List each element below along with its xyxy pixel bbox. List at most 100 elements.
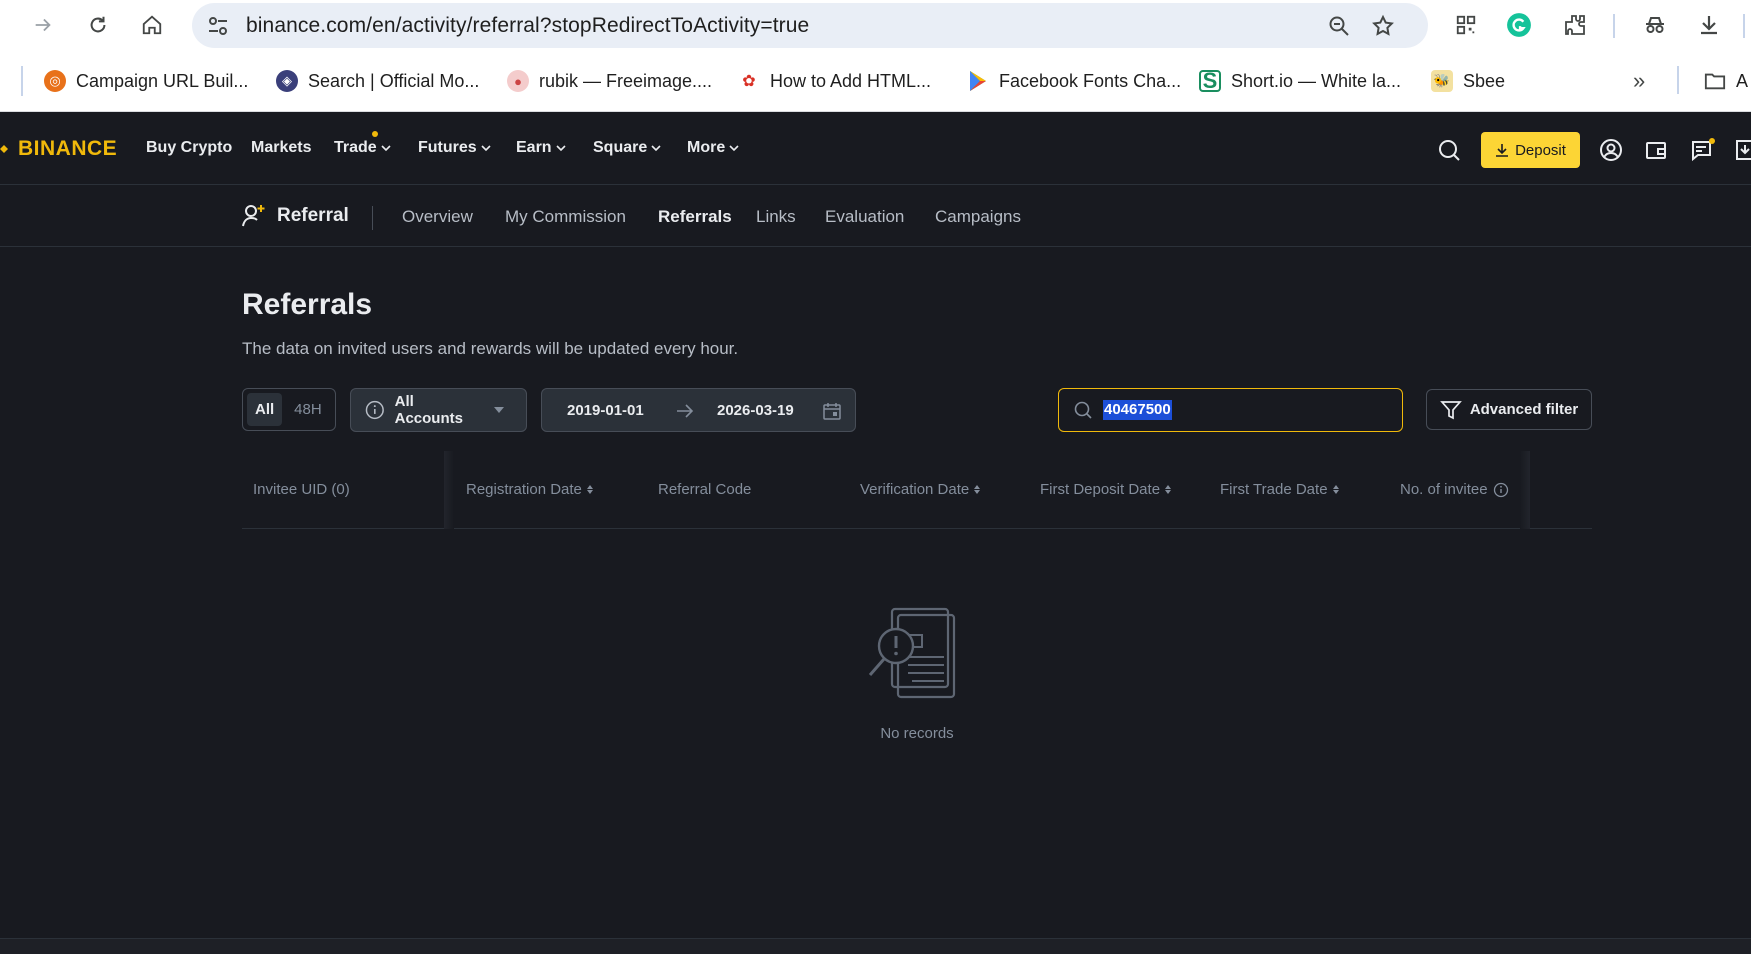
search-input[interactable]: 40467500 [1058,388,1403,432]
caret-down-icon [494,407,504,413]
address-bar[interactable]: binance.com/en/activity/referral?stopRed… [192,3,1428,48]
menu-earn[interactable]: Earn [516,139,567,157]
period-toggle: All 48H [242,388,336,431]
sbee-favicon-icon: 🐝 [1431,70,1453,92]
sort-icon[interactable] [1332,485,1339,494]
account-icon[interactable] [1597,136,1625,164]
column-first-deposit-date[interactable]: First Deposit Date [1040,481,1172,498]
column-label: First Trade Date [1220,481,1328,498]
period-48h[interactable]: 48H [286,393,330,426]
chevron-down-icon [651,145,661,152]
referral-subnav: Referral Overview My Commission Referral… [0,185,1751,247]
menu-label: Earn [516,139,552,156]
bookmark-label: Search | Official Mo... [308,70,480,91]
column-verification-date[interactable]: Verification Date [860,481,981,498]
column-label: Referral Code [658,481,752,498]
bookmark-short-io[interactable]: S Short.io — White la... [1199,67,1401,95]
toolbar-divider [1613,14,1615,38]
column-label: No. of invitee [1400,481,1488,498]
tab-overview[interactable]: Overview [402,207,473,227]
site-info-icon[interactable] [206,14,230,38]
column-invitee-uid: Invitee UID (0) [253,481,350,498]
add-user-icon [242,205,265,227]
search-icon[interactable] [1435,136,1463,164]
tab-evaluation[interactable]: Evaluation [825,207,904,227]
bookmark-add-html[interactable]: ✿ How to Add HTML... [738,67,931,95]
date-to[interactable]: 2026-03-19 [717,402,794,419]
column-label: Verification Date [860,481,970,498]
bottom-bar [0,938,1751,954]
info-icon[interactable] [1493,482,1509,498]
extensions-icon[interactable] [1560,10,1590,40]
subnav-divider [372,206,373,230]
reload-icon[interactable] [82,9,114,41]
url-text[interactable]: binance.com/en/activity/referral?stopRed… [246,14,809,38]
column-registration-date[interactable]: Registration Date [466,481,593,498]
bookmark-campaign-url[interactable]: ◎ Campaign URL Buil... [44,67,248,95]
arrow-right-icon [677,404,694,418]
search-input-value[interactable]: 40467500 [1103,400,1172,420]
deposit-button[interactable]: Deposit [1481,132,1580,168]
menu-markets[interactable]: Markets [251,139,311,157]
bookmark-facebook-fonts[interactable]: Facebook Fonts Cha... [967,67,1181,95]
app-download-icon[interactable] [1731,136,1751,164]
column-referral-code: Referral Code [658,481,751,498]
tab-referrals[interactable]: Referrals [658,207,732,227]
column-no-of-invitee: No. of invitee [1400,481,1509,498]
sort-icon[interactable] [1165,485,1172,494]
account-select-value: All Accounts [394,393,463,427]
chevron-down-icon [729,145,739,152]
account-select[interactable]: All Accounts [350,388,527,432]
messages-icon[interactable] [1687,136,1715,164]
campaign-url-favicon-icon: ◎ [44,70,66,92]
incognito-icon[interactable] [1640,10,1670,40]
toolbar-divider-2 [1743,14,1745,38]
date-from[interactable]: 2019-01-01 [567,402,644,419]
binance-diamond-icon [0,145,8,153]
sort-icon[interactable] [586,485,593,494]
grammarly-icon[interactable] [1504,10,1534,40]
tab-campaigns[interactable]: Campaigns [935,207,1021,227]
bookmark-label: How to Add HTML... [770,70,932,91]
download-icon[interactable] [1694,10,1724,40]
logo-text: BINANCE [18,137,118,160]
binance-logo[interactable]: BINANCE [0,136,117,162]
date-range-picker[interactable]: 2019-01-01 2026-03-19 [541,388,856,432]
home-icon[interactable] [136,9,168,41]
bookmark-folder-all[interactable]: A [1704,67,1748,95]
column-label: First Deposit Date [1040,481,1161,498]
bookmark-sbee[interactable]: 🐝 Sbee [1431,67,1505,95]
advanced-filter-button[interactable]: Advanced filter [1426,389,1592,430]
more-bookmarks-icon[interactable]: » [1633,67,1645,95]
bookmark-label: Facebook Fonts Cha... [999,70,1182,91]
bookmark-search-official[interactable]: ◈ Search | Official Mo... [276,67,479,95]
menu-trade[interactable]: Trade [334,131,392,157]
bookmarks-divider [21,66,23,96]
forward-icon[interactable] [27,9,59,41]
menu-buy-crypto[interactable]: Buy Crypto [146,139,232,157]
search-official-favicon-icon: ◈ [276,70,298,92]
site-header: BINANCE Buy Crypto Markets Trade Futures… [0,112,1751,185]
bookmark-rubik[interactable]: ● rubik — Freeimage.... [507,67,712,95]
chevron-down-icon [481,145,491,152]
no-records-icon [868,607,956,699]
menu-futures[interactable]: Futures [418,139,492,157]
empty-state-text: No records [880,725,954,742]
deposit-label: Deposit [1515,141,1566,159]
download-arrow-icon [1496,144,1509,157]
menu-more[interactable]: More [687,139,740,157]
tab-my-commission[interactable]: My Commission [505,207,626,227]
calendar-icon[interactable] [822,401,842,421]
zoom-icon[interactable] [1326,13,1352,39]
column-first-trade-date[interactable]: First Trade Date [1220,481,1339,498]
qr-code-icon[interactable] [1451,10,1481,40]
period-all[interactable]: All [247,393,283,426]
chevron-down-icon [556,145,566,152]
menu-square[interactable]: Square [593,139,662,157]
page-subtitle: The data on invited users and rewards wi… [242,339,739,358]
wallet-icon[interactable] [1642,136,1670,164]
tab-links[interactable]: Links [756,207,796,227]
referral-brand[interactable]: Referral [241,203,349,229]
bookmark-star-icon[interactable] [1370,13,1396,39]
sort-icon[interactable] [974,485,981,494]
